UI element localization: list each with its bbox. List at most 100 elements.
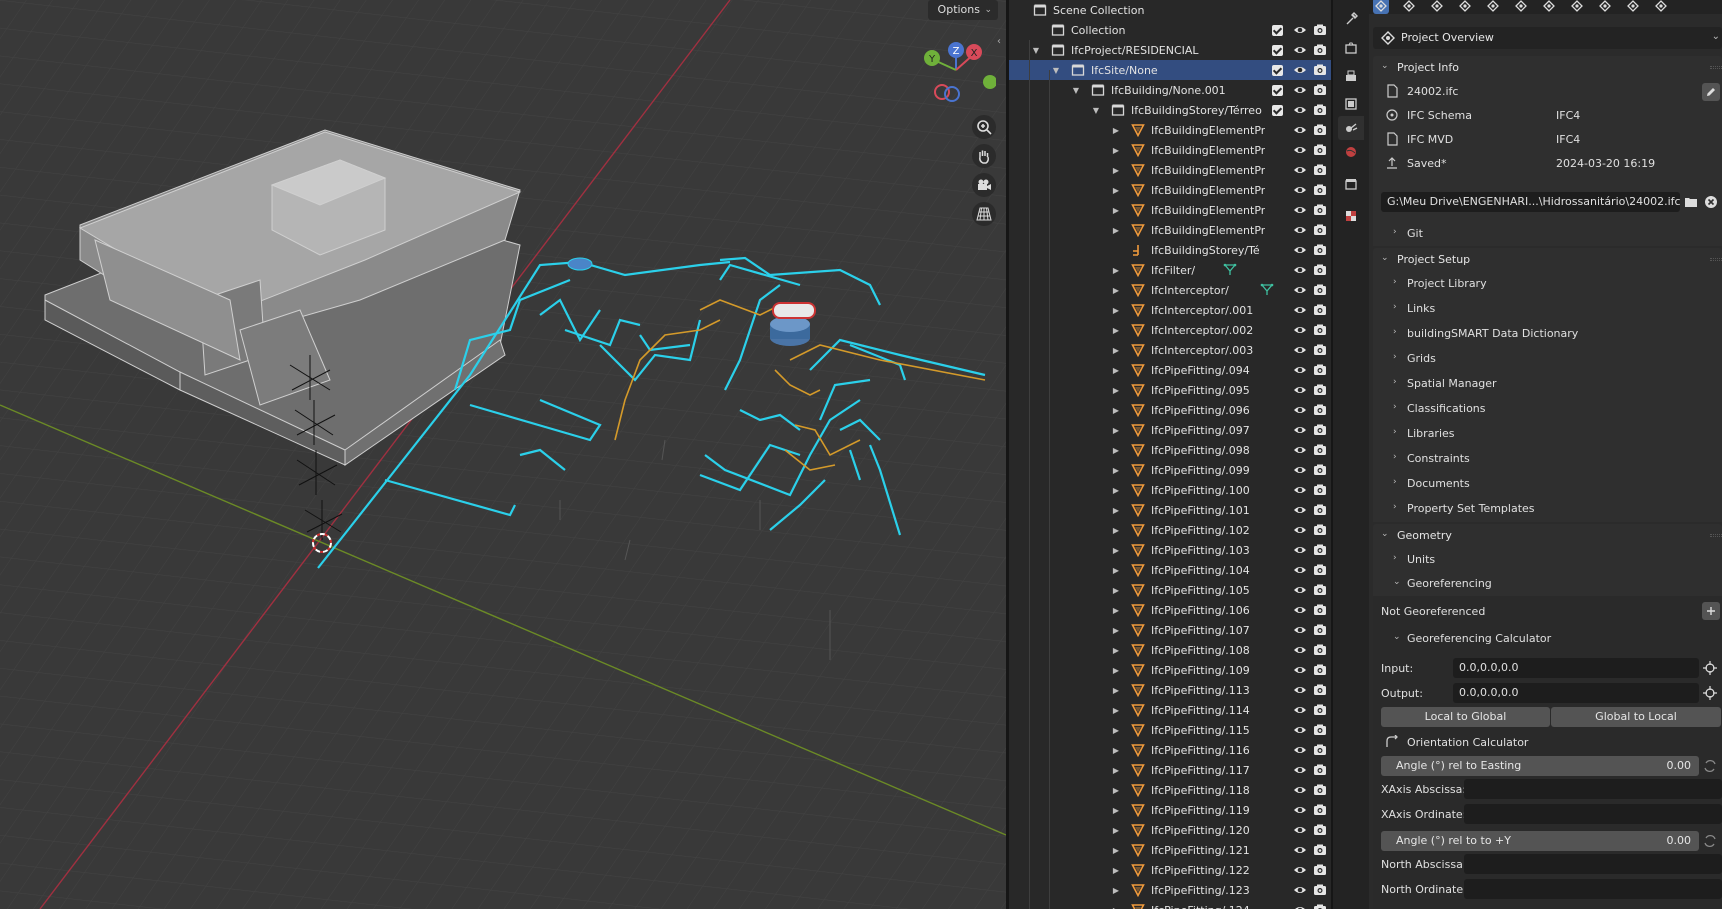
perspective-toggle-button[interactable]: [972, 202, 996, 226]
camera-render-icon[interactable]: [1313, 603, 1327, 617]
eye-icon[interactable]: [1293, 723, 1307, 737]
camera-render-icon[interactable]: [1313, 303, 1327, 317]
file-path-field[interactable]: G:\Meu Drive\ENGENHARI...\Hidrossanitári…: [1381, 192, 1680, 212]
xaxis-abscissa-field[interactable]: [1464, 779, 1722, 799]
eye-icon[interactable]: [1293, 343, 1307, 357]
eye-icon[interactable]: [1293, 823, 1307, 837]
output-field[interactable]: 0.0,0.0,0.0: [1453, 683, 1699, 703]
outliner-row[interactable]: ▶ IfcBuildingElementPr: [1009, 120, 1331, 140]
camera-render-icon[interactable]: [1313, 623, 1327, 637]
setup-subpanel-grids[interactable]: › Grids: [1373, 347, 1722, 369]
outliner-row[interactable]: IfcBuildingStorey/Té: [1009, 240, 1331, 260]
eye-icon[interactable]: [1293, 23, 1307, 37]
expand-arrow-right-icon[interactable]: ▶: [1111, 486, 1121, 495]
eye-icon[interactable]: [1293, 683, 1307, 697]
camera-render-icon[interactable]: [1313, 243, 1327, 257]
properties-tab-texture[interactable]: [1338, 204, 1364, 228]
outliner-row[interactable]: ▶ IfcPipeFitting/.113: [1009, 680, 1331, 700]
camera-render-icon[interactable]: [1313, 43, 1327, 57]
properties-tab-output[interactable]: [1338, 64, 1364, 88]
expand-arrow-down-icon[interactable]: ▼: [1051, 66, 1061, 75]
expand-arrow-down-icon[interactable]: ▼: [1071, 86, 1081, 95]
expand-arrow-right-icon[interactable]: ▶: [1111, 166, 1121, 175]
camera-render-icon[interactable]: [1313, 143, 1327, 157]
north-ordinate-field[interactable]: [1464, 879, 1722, 899]
local-to-global-button[interactable]: Local to Global: [1381, 707, 1550, 727]
camera-render-icon[interactable]: [1313, 723, 1327, 737]
outliner-row[interactable]: ▶ IfcPipeFitting/.109: [1009, 660, 1331, 680]
camera-render-icon[interactable]: [1313, 883, 1327, 897]
exclude-checkbox[interactable]: [1272, 24, 1283, 36]
angle-easting-slider[interactable]: Angle (°) rel to Easting 0.00: [1381, 756, 1699, 776]
expand-arrow-right-icon[interactable]: ▶: [1111, 426, 1121, 435]
camera-render-icon[interactable]: [1313, 503, 1327, 517]
project-overview-selector[interactable]: Project Overview ⌄: [1373, 27, 1722, 49]
setup-subpanel-links[interactable]: › Links: [1373, 297, 1722, 319]
camera-render-icon[interactable]: [1313, 803, 1327, 817]
expand-arrow-right-icon[interactable]: ▶: [1111, 906, 1121, 909]
outliner-row[interactable]: ▶ IfcPipeFitting/.118: [1009, 780, 1331, 800]
camera-render-icon[interactable]: [1313, 163, 1327, 177]
camera-render-icon[interactable]: [1313, 543, 1327, 557]
outliner-row[interactable]: ▶ IfcPipeFitting/.119: [1009, 800, 1331, 820]
eye-icon[interactable]: [1293, 583, 1307, 597]
expand-arrow-right-icon[interactable]: ▶: [1111, 746, 1121, 755]
camera-render-icon[interactable]: [1313, 903, 1327, 909]
eye-icon[interactable]: [1293, 463, 1307, 477]
outliner-row[interactable]: ▶ IfcPipeFitting/.105: [1009, 580, 1331, 600]
outliner-row[interactable]: ▶ IfcBuildingElementPr: [1009, 180, 1331, 200]
outliner-row[interactable]: ▶ IfcPipeFitting/.122: [1009, 860, 1331, 880]
eye-icon[interactable]: [1293, 243, 1307, 257]
services-tab-button[interactable]: [1485, 0, 1501, 14]
outliner-row[interactable]: ▶ IfcPipeFitting/.101: [1009, 500, 1331, 520]
eye-icon[interactable]: [1293, 63, 1307, 77]
camera-render-icon[interactable]: [1313, 383, 1327, 397]
eye-icon[interactable]: [1293, 783, 1307, 797]
eye-icon[interactable]: [1293, 663, 1307, 677]
outliner-row[interactable]: ▶ IfcFilter/: [1009, 260, 1331, 280]
outliner-row[interactable]: ▶ IfcPipeFitting/.124: [1009, 900, 1331, 909]
camera-render-icon[interactable]: [1313, 283, 1327, 297]
ifc-project-tab-button[interactable]: [1373, 0, 1389, 14]
input-field[interactable]: 0.0,0.0,0.0: [1453, 658, 1699, 678]
outliner-row[interactable]: ▶ IfcPipeFitting/.099: [1009, 460, 1331, 480]
camera-render-icon[interactable]: [1313, 223, 1327, 237]
viewport-scene[interactable]: [0, 0, 1006, 909]
object-tab-button[interactable]: [1401, 0, 1417, 14]
eye-icon[interactable]: [1293, 363, 1307, 377]
eye-icon[interactable]: [1293, 283, 1307, 297]
expand-arrow-right-icon[interactable]: ▶: [1111, 386, 1121, 395]
camera-render-icon[interactable]: [1313, 83, 1327, 97]
options-dropdown[interactable]: Options ⌄: [927, 0, 998, 20]
camera-render-icon[interactable]: [1313, 423, 1327, 437]
outliner-row[interactable]: ▶ IfcPipeFitting/.095: [1009, 380, 1331, 400]
power-tab-button[interactable]: [1625, 0, 1641, 14]
eye-icon[interactable]: [1293, 143, 1307, 157]
eye-icon[interactable]: [1293, 643, 1307, 657]
outliner-row[interactable]: ▼ IfcBuilding/None.001: [1009, 80, 1331, 100]
angle-y-slider[interactable]: Angle (°) rel to to +Y 0.00: [1381, 831, 1699, 851]
setup-subpanel-libraries[interactable]: › Libraries: [1373, 422, 1722, 444]
exclude-checkbox[interactable]: [1272, 84, 1283, 96]
eye-icon[interactable]: [1293, 843, 1307, 857]
pick-output-button[interactable]: [1702, 685, 1718, 701]
expand-arrow-right-icon[interactable]: ▶: [1111, 886, 1121, 895]
browse-folder-button[interactable]: [1683, 194, 1699, 210]
outliner-row[interactable]: ▶ IfcPipeFitting/.115: [1009, 720, 1331, 740]
outliner-row[interactable]: ▶ IfcBuildingElementPr: [1009, 200, 1331, 220]
outliner-row[interactable]: ▶ IfcPipeFitting/.114: [1009, 700, 1331, 720]
eye-icon[interactable]: [1293, 763, 1307, 777]
navigation-gizmo[interactable]: Z X Y: [916, 38, 996, 108]
expand-arrow-right-icon[interactable]: ▶: [1111, 126, 1121, 135]
pick-input-button[interactable]: [1702, 660, 1718, 676]
outliner-row[interactable]: Scene Collection: [1009, 0, 1331, 20]
properties-tab-view-layer[interactable]: [1338, 92, 1364, 116]
camera-render-icon[interactable]: [1313, 783, 1327, 797]
outliner-row[interactable]: ▶ IfcPipeFitting/.094: [1009, 360, 1331, 380]
outliner-row[interactable]: ▶ IfcBuildingElementPr: [1009, 160, 1331, 180]
eye-icon[interactable]: [1293, 83, 1307, 97]
global-to-local-button[interactable]: Global to Local: [1551, 707, 1721, 727]
camera-render-icon[interactable]: [1313, 523, 1327, 537]
outliner-row[interactable]: ▶ IfcPipeFitting/.098: [1009, 440, 1331, 460]
structural-tab-button[interactable]: [1513, 0, 1529, 14]
